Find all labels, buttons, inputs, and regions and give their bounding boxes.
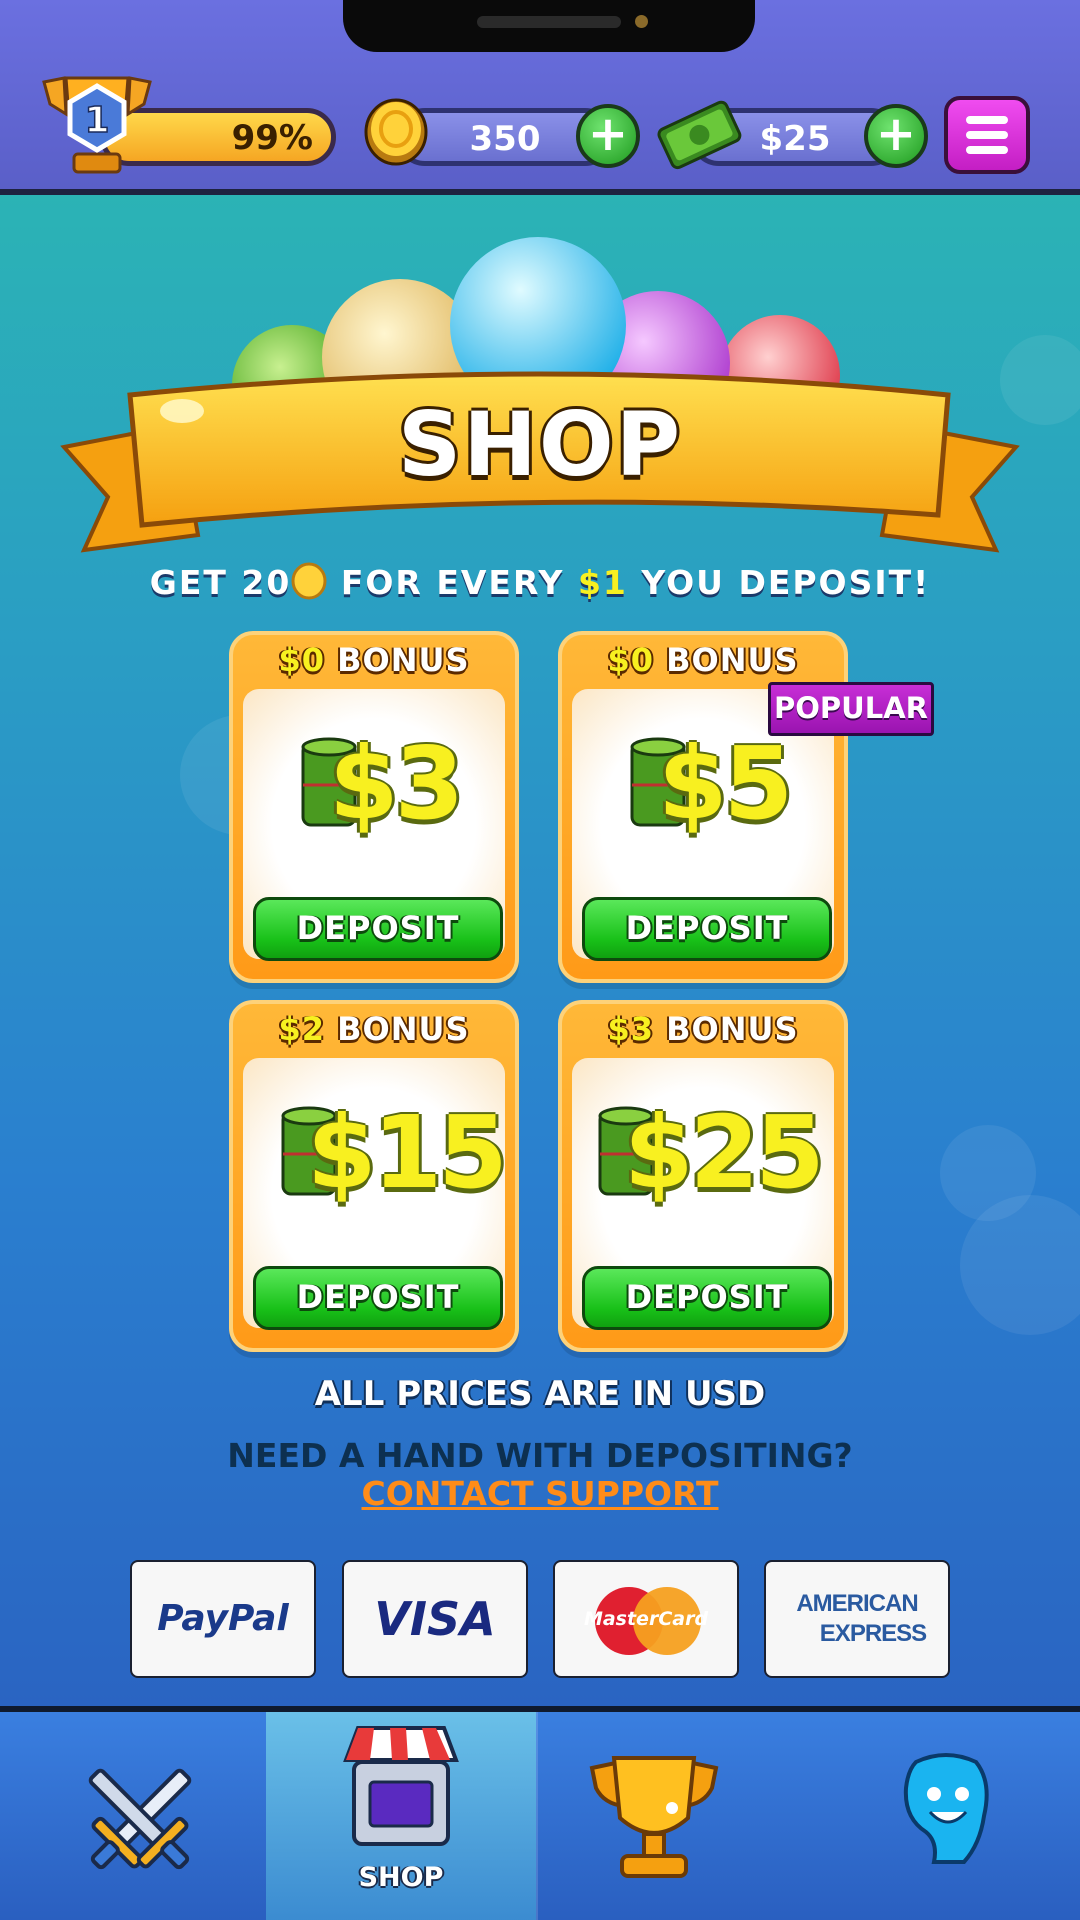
promo-text: GET 20 FOR EVERY $1 YOU DEPOSIT! — [0, 562, 1080, 602]
amex-line2: EXPRESS — [819, 1620, 927, 1647]
nav-leaderboard[interactable] — [538, 1712, 808, 1920]
deposit-button[interactable]: DEPOSIT — [253, 1266, 503, 1330]
amex-line1: AMERICAN — [796, 1590, 918, 1617]
menu-button[interactable] — [944, 96, 1030, 174]
bonus-text: BONUS — [324, 1010, 470, 1048]
usd-note: ALL PRICES ARE IN USD — [314, 1374, 766, 1414]
profile-icon — [903, 1753, 989, 1864]
offer-price: $25 — [624, 1094, 825, 1211]
shop-icon — [343, 1726, 459, 1846]
offer-card-25: $3 BONUS $25 DEPOSIT — [558, 1000, 848, 1352]
menu-line — [966, 116, 1008, 124]
bonus-text: BONUS — [653, 1010, 799, 1048]
level-number: 1 — [84, 100, 109, 141]
promo-part3: YOU DEPOSIT! — [627, 563, 931, 602]
add-cash-button[interactable]: + — [864, 104, 928, 168]
trophy-icon — [589, 1756, 719, 1878]
nav-shop[interactable]: SHOP — [266, 1712, 536, 1920]
mastercard-logo: MasterCard — [583, 1608, 709, 1630]
shop-banner: SHOP — [58, 225, 1022, 560]
background-bubble — [940, 1125, 1036, 1221]
deposit-button[interactable]: DEPOSIT — [582, 897, 832, 961]
menu-line — [966, 146, 1008, 154]
bonus-amount: $3 — [607, 1010, 654, 1048]
promo-amount: $1 — [577, 563, 628, 602]
shop-title: SHOP — [397, 393, 683, 496]
offer-price: $15 — [307, 1094, 508, 1211]
menu-line — [966, 131, 1008, 139]
coin-icon — [291, 562, 327, 600]
offer-price: $5 — [658, 725, 793, 842]
xp-percent: 99% — [231, 118, 313, 158]
promo-part1: GET 20 — [149, 563, 292, 602]
top-bar: 99% 1 350 + $25 + — [0, 0, 1080, 195]
notch-camera — [635, 15, 648, 28]
visa-card: VISA — [342, 1560, 528, 1678]
bonus-text: BONUS — [324, 641, 470, 679]
promo-part2: FOR EVERY — [327, 563, 578, 602]
bonus-label: $3 BONUS — [562, 1010, 844, 1048]
contact-support-link[interactable]: CONTACT SUPPORT — [0, 1474, 1080, 1513]
paypal-card: PayPal — [130, 1560, 316, 1678]
help-text: NEED A HAND WITH DEPOSITING? — [227, 1436, 853, 1475]
coin-icon — [364, 98, 428, 166]
notch-speaker — [477, 16, 621, 28]
nav-profile[interactable] — [808, 1712, 1080, 1920]
phone-notch — [343, 0, 755, 52]
popular-badge: POPULAR — [768, 682, 934, 736]
mastercard-card: MasterCard — [553, 1560, 739, 1678]
cash-stack-icon — [657, 100, 742, 170]
bonus-amount: $0 — [607, 641, 654, 679]
offer-price: $3 — [329, 725, 464, 842]
deposit-button[interactable]: DEPOSIT — [582, 1266, 832, 1330]
nav-battle[interactable] — [0, 1712, 266, 1920]
add-coins-button[interactable]: + — [576, 104, 640, 168]
visa-logo: VISA — [374, 1592, 496, 1646]
offer-card-3: $0 BONUS $3 DEPOSIT — [229, 631, 519, 983]
bonus-text: BONUS — [653, 641, 799, 679]
nav-shop-label: SHOP — [358, 1862, 444, 1893]
bonus-label: $0 BONUS — [562, 641, 844, 679]
deposit-button[interactable]: DEPOSIT — [253, 897, 503, 961]
level-badge-icon[interactable]: 1 — [36, 74, 158, 178]
paypal-logo: PayPal — [157, 1598, 289, 1639]
bonus-amount: $2 — [278, 1010, 325, 1048]
swords-icon — [88, 1768, 192, 1870]
bonus-amount: $0 — [278, 641, 325, 679]
amex-card: AMERICAN EXPRESS — [764, 1560, 950, 1678]
offer-card-15: $2 BONUS $15 DEPOSIT — [229, 1000, 519, 1352]
bottom-nav: SHOP — [0, 1706, 1080, 1920]
bonus-label: $2 BONUS — [233, 1010, 515, 1048]
bonus-label: $0 BONUS — [233, 641, 515, 679]
